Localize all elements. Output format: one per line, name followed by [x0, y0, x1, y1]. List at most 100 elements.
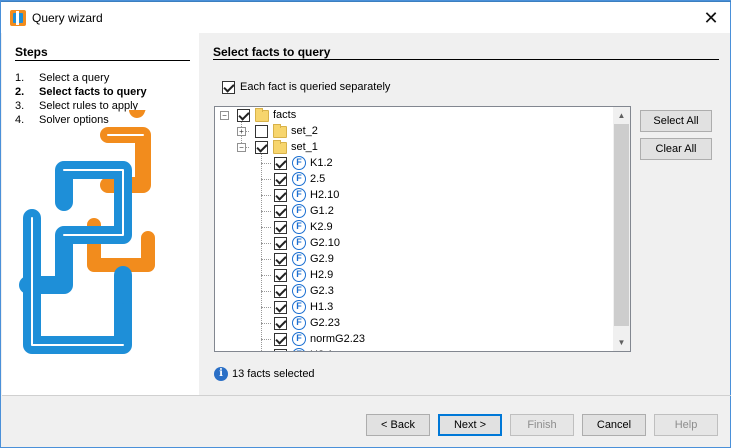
fact-checkbox[interactable] [274, 301, 287, 314]
expand-icon[interactable]: + [237, 127, 246, 136]
tree-connector [261, 259, 271, 260]
fact-label: G2.23 [310, 317, 340, 329]
fact-icon: F [292, 300, 306, 314]
tree-connector [261, 291, 271, 292]
fact-row[interactable]: F K2.9 [217, 219, 417, 235]
fact-icon: F [292, 348, 306, 351]
fact-row[interactable]: F G2.3 [217, 283, 417, 299]
tree-connector [261, 195, 271, 196]
fact-label: K2.9 [310, 221, 333, 233]
folder-icon [273, 124, 287, 138]
fact-checkbox[interactable] [274, 189, 287, 202]
scroll-thumb[interactable] [614, 124, 629, 326]
fact-label: G1.2 [310, 205, 334, 217]
fact-icon: F [292, 156, 306, 170]
fact-icon: F [292, 316, 306, 330]
tree-checkbox[interactable] [255, 141, 268, 154]
fact-checkbox[interactable] [274, 269, 287, 282]
steps-divider [15, 60, 190, 61]
fact-label: H1.3 [310, 301, 334, 313]
fact-icon: F [292, 268, 306, 282]
tree-scrollbar[interactable]: ▲ ▼ [613, 107, 630, 351]
query-separately-label: Each fact is queried separately [240, 81, 391, 93]
fact-label: H2.1 [310, 349, 333, 351]
footer-divider [2, 395, 731, 396]
title-bar: Query wizard ✕ [1, 2, 730, 33]
fact-icon: F [292, 236, 306, 250]
tree-label: set_2 [291, 125, 318, 137]
fact-row[interactable]: F G2.9 [217, 251, 417, 267]
fact-row[interactable]: F G2.10 [217, 235, 417, 251]
page-title: Select facts to query [213, 45, 331, 59]
page-title-divider [213, 59, 719, 60]
fact-row[interactable]: F H1.3 [217, 299, 417, 315]
fact-checkbox[interactable] [274, 349, 287, 351]
fact-row[interactable]: F 2.5 [217, 171, 417, 187]
tree-label: facts [273, 109, 297, 121]
tree-connector [261, 323, 271, 324]
fact-row[interactable]: F K1.2 [217, 155, 417, 171]
close-button[interactable]: ✕ [696, 4, 726, 32]
fact-icon: F [292, 252, 306, 266]
fact-label: H2.9 [310, 269, 334, 281]
fact-label: G2.9 [310, 253, 334, 265]
tree-connector [261, 243, 271, 244]
fact-checkbox[interactable] [274, 173, 287, 186]
wizard-logo [19, 110, 155, 354]
tree-row-root[interactable]: − facts [217, 107, 417, 123]
query-wizard-window: Query wizard ✕ Steps 1. Select a query 2.… [0, 0, 731, 448]
fact-icon: F [292, 204, 306, 218]
main-pane: Select facts to query Each fact is queri… [199, 33, 730, 395]
app-logo-icon [10, 10, 26, 26]
fact-row[interactable]: F H2.1 [217, 347, 417, 351]
scroll-up-icon[interactable]: ▲ [613, 107, 630, 124]
fact-row[interactable]: F H2.10 [217, 187, 417, 203]
fact-row[interactable]: F G2.23 [217, 315, 417, 331]
collapse-icon[interactable]: − [220, 111, 229, 120]
fact-label: H2.10 [310, 189, 340, 201]
tree-row-set-2[interactable]: + set_2 [217, 123, 417, 139]
tree-checkbox[interactable] [237, 109, 250, 122]
fact-checkbox[interactable] [274, 221, 287, 234]
back-button[interactable]: < Back [366, 414, 430, 436]
step-item: 1. Select a query [15, 71, 195, 85]
facts-tree[interactable]: − facts + set_2 − set_1 F K1.2 F 2.5 F H2.10 F… [214, 106, 631, 352]
fact-label: 2.5 [310, 173, 326, 185]
steps-pane: Steps 1. Select a query 2. Select facts to… [2, 33, 199, 395]
fact-checkbox[interactable] [274, 317, 287, 330]
fact-checkbox[interactable] [274, 157, 287, 170]
collapse-icon[interactable]: − [237, 143, 246, 152]
tree-checkbox[interactable] [255, 125, 268, 138]
fact-row[interactable]: F G1.2 [217, 203, 417, 219]
tree-connector [261, 307, 271, 308]
tree-connector [261, 163, 271, 164]
window-title: Query wizard [32, 11, 103, 25]
tree-row-set-1[interactable]: − set_1 [217, 139, 417, 155]
cancel-button[interactable]: Cancel [582, 414, 646, 436]
help-button[interactable]: Help [654, 414, 718, 436]
step-item-current: 2. Select facts to query [15, 85, 195, 99]
next-button[interactable]: Next > [438, 414, 502, 436]
fact-row[interactable]: F H2.9 [217, 267, 417, 283]
fact-checkbox[interactable] [274, 253, 287, 266]
fact-icon: F [292, 188, 306, 202]
fact-checkbox[interactable] [274, 205, 287, 218]
finish-button[interactable]: Finish [510, 414, 574, 436]
tree-connector [261, 211, 271, 212]
fact-label: G2.3 [310, 285, 334, 297]
query-separately-checkbox[interactable] [222, 81, 235, 94]
fact-checkbox[interactable] [274, 333, 287, 346]
fact-checkbox[interactable] [274, 285, 287, 298]
close-icon: ✕ [703, 8, 719, 28]
select-all-button[interactable]: Select All [640, 110, 712, 132]
fact-checkbox[interactable] [274, 237, 287, 250]
clear-all-button[interactable]: Clear All [640, 138, 712, 160]
selection-status: 13 facts selected [232, 368, 315, 380]
folder-icon [273, 140, 287, 154]
fact-row[interactable]: FnormG2.23 [217, 331, 417, 347]
step-label: Select a query [39, 72, 110, 84]
tree-connector [261, 275, 271, 276]
scroll-down-icon[interactable]: ▼ [613, 334, 630, 351]
tree-connector [261, 339, 271, 340]
step-label: Select facts to query [39, 86, 147, 98]
